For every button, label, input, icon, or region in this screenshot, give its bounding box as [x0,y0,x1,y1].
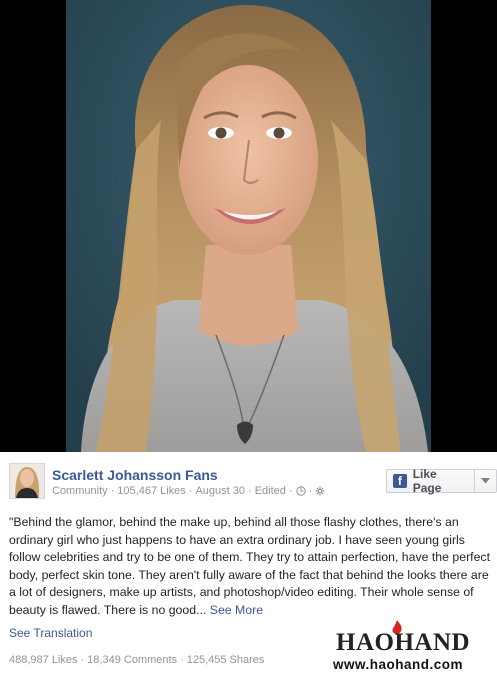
watermark-url: www.haohand.com [333,657,464,672]
page-name-link[interactable]: Scarlett Johansson Fans [52,467,218,483]
see-more-link[interactable]: See More [210,603,263,617]
shares-count[interactable]: 125,455 Shares [187,654,265,666]
chevron-down-icon [481,478,491,484]
post-meta: Community · 105,467 Likes · August 30 · Edited… [52,485,325,499]
post-photo[interactable] [66,0,431,452]
post-body: "Behind the glamor, behind the make up, … [9,514,491,619]
page-likes-count: 105,467 Likes [117,485,186,497]
comments-count[interactable]: 18,349 Comments [87,654,177,666]
like-page-label: Like Page [412,467,442,495]
like-options-dropdown[interactable] [475,469,497,493]
globe-icon[interactable] [295,486,306,499]
like-page-control: f Like Page [386,467,497,495]
watermark-logo: HAOHAND [336,629,471,656]
page-avatar[interactable] [9,463,45,499]
settings-icon[interactable] [315,486,325,499]
photo-frame [0,0,497,452]
like-page-button[interactable]: f Like Page [386,467,476,495]
post-date-link[interactable]: August 30 [195,485,245,497]
edited-link[interactable]: Edited [255,485,286,497]
page-category: Community [52,485,108,497]
post-stats: 488,987 Likes · 18,349 Comments · 125,455 Sh… [9,654,265,666]
post-body-text: "Behind the glamor, behind the make up, … [9,515,490,617]
facebook-logo-icon: f [393,474,407,488]
likes-count[interactable]: 488,987 Likes [9,654,78,666]
see-translation-link[interactable]: See Translation [9,626,92,640]
